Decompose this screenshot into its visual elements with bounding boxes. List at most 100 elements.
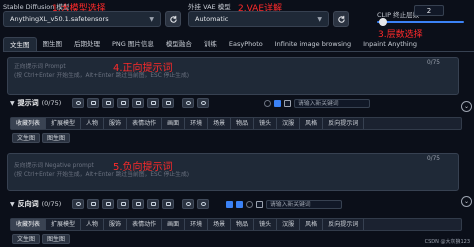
annotation-negative: 5.负向提示词 [113,162,173,173]
category-hanfu[interactable]: 汉服 [277,219,301,230]
trash-icon[interactable] [162,98,175,108]
negative-prompt-textarea[interactable]: 反向提示词 Negative prompt (按 Ctrl+Enter 开始生成… [7,153,459,191]
category-favorites[interactable]: 收藏列表 [11,118,47,129]
category-clothing[interactable]: 服饰 [104,219,128,230]
image-icon[interactable] [147,199,160,209]
category-negative[interactable]: 反向提示词 [323,118,365,129]
tab-img2img[interactable]: 图生图 [37,37,69,51]
negative-keyword-input-group: 请输入新关键词 [226,200,342,209]
category-scene[interactable]: 场景 [208,118,232,129]
category-expression[interactable]: 表情动作 [127,219,163,230]
clear-icon[interactable] [197,98,210,108]
refresh-vae-button[interactable] [333,11,349,27]
keyword-toggle-checkbox[interactable] [226,201,233,208]
category-style[interactable]: 风格 [300,118,324,129]
triangle-down-icon[interactable]: ▼ [10,100,15,107]
category-environment[interactable]: 环境 [185,219,209,230]
negative-category-bar: 收藏列表 扩展模型 人物 服饰 表情动作 画面 环境 场景 物品 镜头 汉服 风… [10,218,462,231]
settings-icon[interactable] [72,199,85,209]
copy-icon[interactable] [102,199,115,209]
category-hanfu[interactable]: 汉服 [277,118,301,129]
category-negative[interactable]: 反向提示词 [323,219,365,230]
watermark: CSDN @大灰狼123 [424,239,470,245]
clip-slider-handle[interactable] [379,18,387,26]
negative-toolbar-label: 反向词 [17,200,39,208]
positive-keyword-input-group: 请输入新关键词 [264,99,370,108]
copy-icon[interactable] [102,98,115,108]
category-camera[interactable]: 镜头 [254,219,278,230]
tab-txt2img[interactable]: 文生图 [3,36,37,52]
chevron-down-icon: ▼ [149,15,154,23]
settings-icon[interactable] [72,98,85,108]
model-dropdown[interactable]: AnythingXL_v50.1.safetensors ▼ [3,11,161,27]
trash-icon[interactable] [162,199,175,209]
category-camera[interactable]: 镜头 [254,118,278,129]
new-keyword-input[interactable]: 请输入新关键词 [294,99,370,108]
model-dropdown-value: AnythingXL_v50.1.safetensors [10,15,109,23]
favorite-icon[interactable] [132,98,145,108]
category-extensions[interactable]: 扩展模型 [46,118,82,129]
new-keyword-input[interactable]: 请输入新关键词 [266,200,342,209]
tab-extras[interactable]: 后期处理 [68,37,106,51]
favorite-icon[interactable] [132,199,145,209]
sub-btn-txt2img[interactable]: 文生图 [12,133,41,143]
tab-merge[interactable]: 模型融合 [160,37,198,51]
category-character[interactable]: 人物 [81,118,105,129]
tab-png-info[interactable]: PNG 图片信息 [106,37,160,51]
translate-icon[interactable] [87,98,100,108]
collapse-chevron-icon[interactable]: ⌄ [461,196,472,207]
collapse-chevron-icon[interactable]: ⌄ [461,101,472,112]
annotation-positive: 4.正向提示词 [113,63,173,74]
tab-inpaint-anything[interactable]: Inpaint Anything [357,37,423,51]
tab-image-browsing[interactable]: Infinite image browsing [269,37,357,51]
history-icon[interactable] [117,98,130,108]
clip-slider-track[interactable] [377,21,464,23]
sub-btn-img2img[interactable]: 图生图 [42,133,71,143]
main-tabs: 文生图 图生图 后期处理 PNG 图片信息 模型融合 训练 EasyPhoto … [3,36,423,52]
category-clothing[interactable]: 服饰 [104,118,128,129]
refresh-icon[interactable] [182,199,195,209]
positive-toolbar-label: 提示词 [17,99,39,107]
category-scene-view[interactable]: 画面 [162,118,186,129]
negative-token-counter: 0/75 [426,156,440,162]
negative-toolbar-count: (0/75) [41,200,62,208]
keyword-mode-checkbox[interactable] [236,201,243,208]
category-favorites[interactable]: 收藏列表 [11,219,47,230]
refresh-icon [337,15,345,23]
refresh-model-button[interactable] [165,11,181,27]
category-expression[interactable]: 表情动作 [127,118,163,129]
refresh-icon[interactable] [182,98,195,108]
category-environment[interactable]: 环境 [185,118,209,129]
vae-dropdown[interactable]: Automatic ▼ [188,11,329,27]
keyword-toggle-checkbox[interactable] [274,100,281,107]
category-items[interactable]: 物品 [231,118,255,129]
sub-btn-img2img[interactable]: 图生图 [42,234,71,244]
positive-prompt-textarea[interactable]: 正向提示词 Prompt (按 Ctrl+Enter 开始生成，Alt+Ente… [7,57,459,95]
positive-sub-buttons: 文生图 图生图 [12,133,71,143]
keyword-mode-checkbox[interactable] [284,100,291,107]
keyword-extra-checkbox[interactable] [256,201,263,208]
vae-label: 外挂 VAE 模型 [188,3,231,11]
tabs-divider [3,51,474,52]
tab-easyphoto[interactable]: EasyPhoto [223,37,269,51]
positive-token-counter: 0/75 [426,60,440,66]
chevron-down-icon: ▼ [317,15,322,23]
timer-icon [246,201,253,208]
category-items[interactable]: 物品 [231,219,255,230]
positive-placeholder-title: 正向提示词 Prompt [14,64,66,70]
translate-icon[interactable] [87,199,100,209]
category-style[interactable]: 风格 [300,219,324,230]
category-character[interactable]: 人物 [81,219,105,230]
clear-icon[interactable] [197,199,210,209]
triangle-down-icon[interactable]: ▼ [10,201,15,208]
image-icon[interactable] [147,98,160,108]
tab-train[interactable]: 训练 [198,37,223,51]
positive-category-bar: 收藏列表 扩展模型 人物 服饰 表情动作 画面 环境 场景 物品 镜头 汉服 风… [10,117,462,130]
sub-btn-txt2img[interactable]: 文生图 [12,234,41,244]
history-icon[interactable] [117,199,130,209]
category-extensions[interactable]: 扩展模型 [46,219,82,230]
negative-placeholder-title: 反向提示词 Negative prompt [14,163,94,169]
category-scene[interactable]: 场景 [208,219,232,230]
category-scene-view[interactable]: 画面 [162,219,186,230]
clip-number-input[interactable]: 2 [414,5,444,16]
